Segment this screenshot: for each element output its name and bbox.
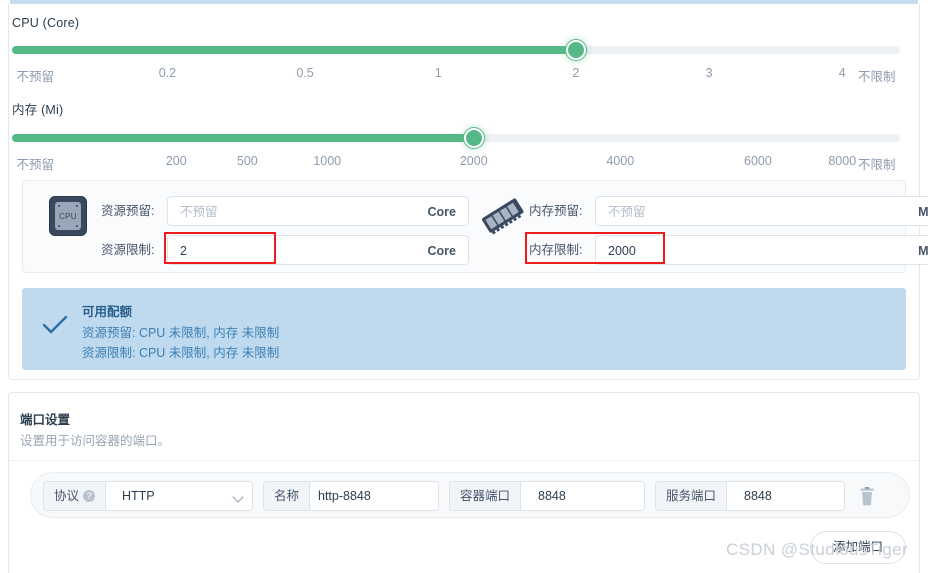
protocol-label-text: 协议 [54, 489, 80, 503]
tick-label: 2 [572, 66, 580, 80]
memory-limit-value: 2000 [608, 244, 636, 258]
tick-label: 0.2 [158, 66, 177, 80]
memory-reserve-label: 内存预留: [529, 204, 583, 218]
tick-label: 6000 [744, 154, 772, 168]
port-settings-divider [9, 460, 919, 461]
cpu-slider-fill [12, 46, 576, 54]
tick-label: 不预留 [16, 158, 54, 172]
container-port-field[interactable]: 容器端口 8848 [449, 481, 645, 511]
memory-slider-handle[interactable] [463, 128, 484, 148]
container-port-value: 8848 [538, 489, 566, 503]
memory-input-group: 内存预留: 不预留 Mi 内存限制: 2000 Mi [467, 181, 928, 274]
tick-label: 200 [165, 154, 187, 168]
cpu-reserve-label: 资源预留: [101, 204, 155, 218]
memory-slider-fill [12, 134, 474, 142]
memory-reserve-unit: Mi [918, 205, 928, 219]
memory-slider-label: 内存 (Mi) [12, 103, 64, 117]
tick-label: 8000 [828, 154, 857, 168]
memory-limit-unit: Mi [918, 244, 928, 258]
tick-label: 500 [236, 154, 258, 168]
cpu-slider-label: CPU (Core) [12, 16, 80, 30]
service-port-value: 8848 [744, 489, 772, 503]
service-port-label: 服务端口 [656, 482, 728, 510]
port-settings-subtitle: 设置用于访问容器的端口。 [20, 434, 171, 448]
port-name-label: 名称 [264, 482, 311, 510]
memory-slider-tick-labels: 不预留 200 500 1000 2000 4000 6000 8000 不限制 [12, 154, 900, 174]
memory-limit-label: 内存限制: [529, 243, 583, 257]
quota-alert: 可用配额 资源预留: CPU 未限制, 内存 未限制 资源限制: CPU 未限制… [22, 288, 906, 370]
memory-reserve-input[interactable]: 不预留 Mi [595, 196, 928, 226]
cpu-limit-input[interactable]: 2 Core [167, 235, 469, 265]
tick-label: 3 [705, 66, 713, 80]
tick-label: 1 [434, 66, 442, 80]
cpu-slider-handle[interactable] [565, 40, 586, 60]
memory-slider-track[interactable] [12, 127, 900, 149]
add-port-button[interactable]: 添加端口 [810, 531, 906, 564]
memory-stick-icon [482, 198, 524, 235]
cpu-limit-unit: Core [427, 244, 456, 258]
cpu-slider-block: CPU (Core) 不预留 0.2 0.5 1 2 3 4 不限制 [12, 16, 900, 86]
resource-input-panel: CPU 资源预留: 不预留 Core 资源限制: 2 Core 内存预留: 不预… [22, 180, 928, 274]
tick-label: 不限制 [858, 158, 896, 172]
cpu-input-group: CPU 资源预留: 不预留 Core 资源限制: 2 Core [23, 181, 469, 274]
port-settings-title: 端口设置 [20, 413, 71, 427]
tick-label: 1000 [313, 154, 342, 168]
cpu-limit-value: 2 [180, 244, 187, 258]
tick-label: 2000 [459, 154, 488, 168]
cpu-reserve-input[interactable]: 不预留 Core [167, 196, 469, 226]
cpu-reserve-unit: Core [427, 205, 456, 219]
tick-label: 4000 [606, 154, 635, 168]
tick-label: 0.5 [296, 66, 314, 80]
memory-reserve-placeholder: 不预留 [608, 205, 646, 219]
tick-label: 不限制 [858, 70, 896, 84]
check-icon [42, 315, 68, 334]
quota-alert-limit-line: 资源限制: CPU 未限制, 内存 未限制 [82, 346, 280, 360]
memory-slider-block: 内存 (Mi) 不预留 200 500 1000 2000 4000 6000 8000 不限制 [12, 99, 900, 174]
cpu-limit-label: 资源限制: [101, 243, 155, 257]
service-port-field[interactable]: 服务端口 8848 [655, 481, 845, 511]
quota-alert-reserve-line: 资源预留: CPU 未限制, 内存 未限制 [82, 326, 280, 340]
tick-label: 4 [838, 66, 846, 80]
cpu-reserve-placeholder: 不预留 [180, 205, 218, 219]
port-name-value: http-8848 [318, 489, 371, 503]
protocol-help-icon[interactable]: ? [83, 489, 96, 502]
port-name-field[interactable]: 名称 http-8848 [263, 481, 439, 511]
quota-alert-title: 可用配额 [82, 305, 133, 319]
protocol-value: HTTP [122, 489, 155, 503]
cpu-slider-tick-labels: 不预留 0.2 0.5 1 2 3 4 不限制 [12, 66, 900, 86]
container-port-label: 容器端口 [450, 482, 522, 510]
protocol-label: 协议? [44, 482, 107, 510]
port-row: 协议? HTTP 名称 http-8848 容器端口 8848 服务端口 884… [30, 472, 910, 518]
tick-label: 不预留 [16, 70, 54, 84]
cpu-chip-icon: CPU [49, 196, 87, 236]
chevron-down-icon[interactable] [232, 491, 244, 503]
protocol-select[interactable]: 协议? HTTP [43, 481, 253, 511]
cpu-slider-track[interactable] [12, 39, 900, 61]
resource-and-port-settings-page: CPU (Core) 不预留 0.2 0.5 1 2 3 4 不限制 内存 (Mi) 不预留 2… [0, 0, 928, 573]
memory-limit-input[interactable]: 2000 Mi [595, 235, 928, 265]
trash-icon[interactable] [859, 487, 875, 506]
